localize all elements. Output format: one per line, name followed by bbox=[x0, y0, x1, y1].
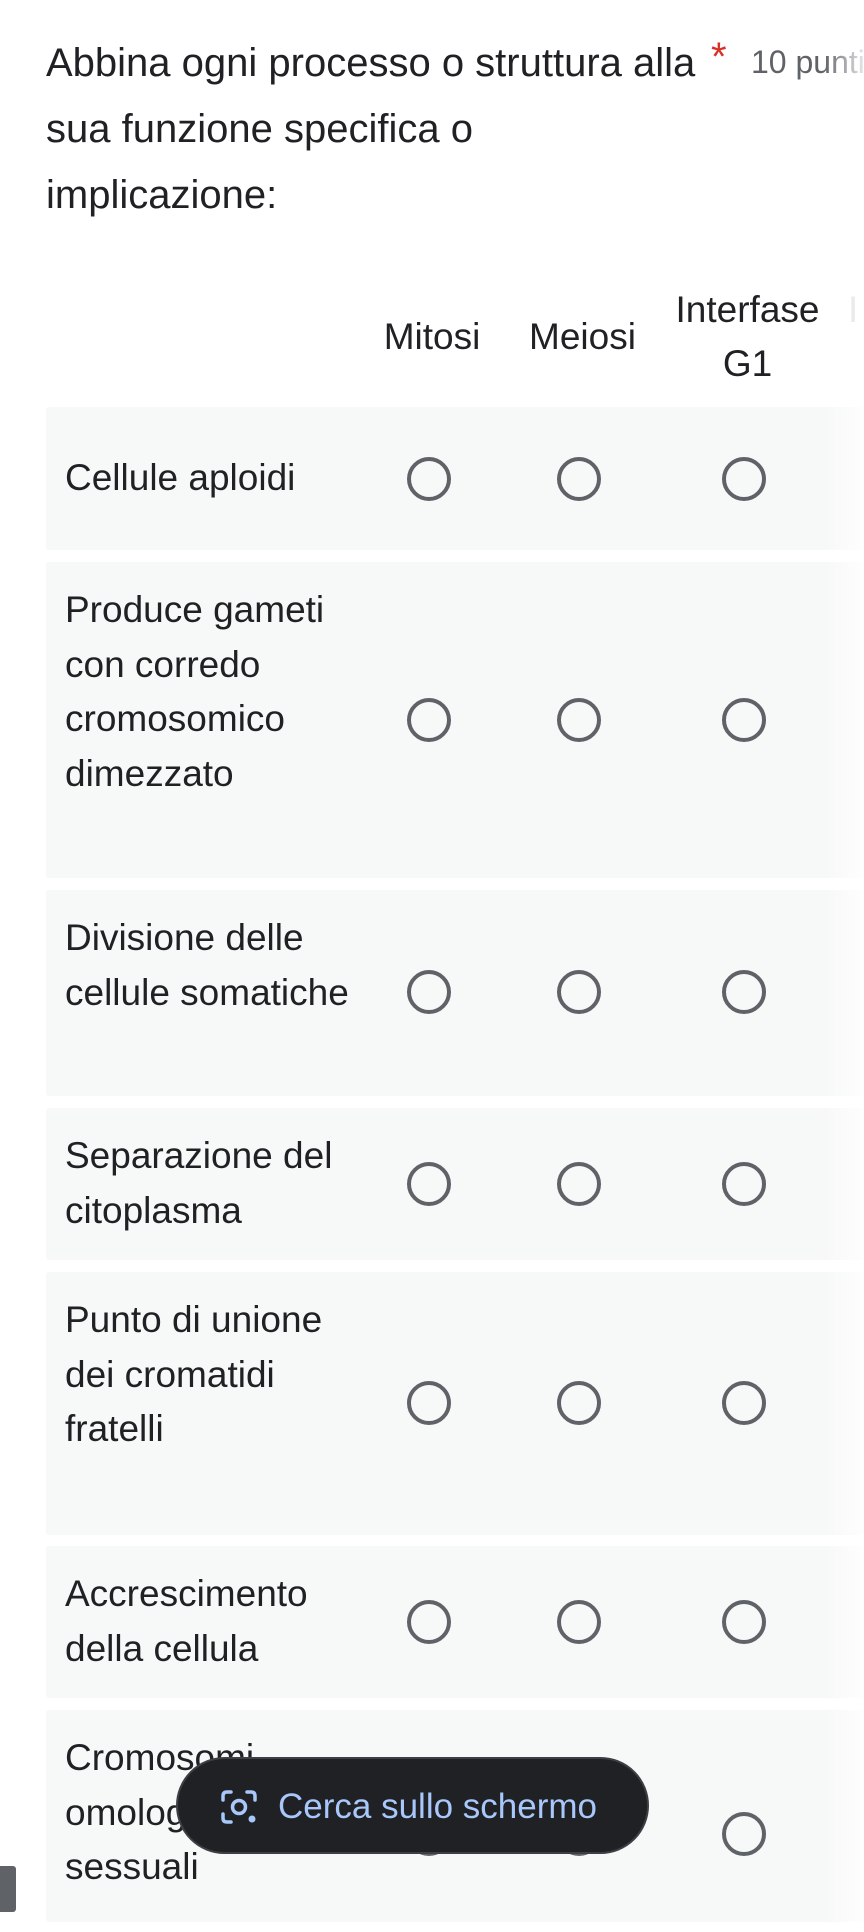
radio-meiosi[interactable] bbox=[557, 698, 601, 742]
radio-meiosi[interactable] bbox=[557, 1381, 601, 1425]
row-label: Separazione del citoplasma bbox=[65, 1135, 333, 1231]
radio-interfase-g1[interactable] bbox=[722, 698, 766, 742]
search-on-screen-label: Cerca sullo schermo bbox=[278, 1787, 597, 1826]
column-header-partial: I bbox=[848, 289, 859, 330]
row-label: Divisione delle cellule somatiche bbox=[65, 917, 349, 1013]
required-asterisk: * bbox=[711, 35, 727, 79]
grid-row: Accrescimento della cellula bbox=[46, 1546, 864, 1698]
grid-row: Divisione delle cellule somatiche bbox=[46, 890, 864, 1096]
radio-interfase-g1[interactable] bbox=[722, 1162, 766, 1206]
column-header-mitosi: Mitosi bbox=[383, 316, 481, 357]
form-page: Abbina ogni processo o struttura alla su… bbox=[0, 0, 864, 1932]
radio-meiosi[interactable] bbox=[557, 1162, 601, 1206]
radio-mitosi[interactable] bbox=[407, 1381, 451, 1425]
radio-mitosi[interactable] bbox=[407, 1162, 451, 1206]
radio-meiosi[interactable] bbox=[557, 1600, 601, 1644]
radio-meiosi[interactable] bbox=[557, 457, 601, 501]
grid-row: Separazione del citoplasma bbox=[46, 1108, 864, 1260]
edge-handle[interactable] bbox=[0, 1866, 16, 1912]
question-title: Abbina ogni processo o struttura alla su… bbox=[46, 41, 696, 217]
row-label: Punto di unione dei cromatidi fratelli bbox=[65, 1299, 323, 1449]
column-header-interfase-g1: Interfase G1 bbox=[675, 289, 820, 384]
radio-interfase-g1[interactable] bbox=[722, 1812, 766, 1856]
radio-interfase-g1[interactable] bbox=[722, 1381, 766, 1425]
radio-interfase-g1[interactable] bbox=[722, 970, 766, 1014]
radio-meiosi[interactable] bbox=[557, 970, 601, 1014]
radio-mitosi[interactable] bbox=[407, 698, 451, 742]
column-header-meiosi: Meiosi bbox=[529, 316, 636, 357]
grid-row: Punto di unione dei cromatidi fratelli bbox=[46, 1272, 864, 1535]
row-label: Produce gameti con corredo cromosomico d… bbox=[65, 589, 325, 794]
radio-mitosi[interactable] bbox=[407, 1600, 451, 1644]
radio-mitosi[interactable] bbox=[407, 457, 451, 501]
grid-row: Produce gameti con corredo cromosomico d… bbox=[46, 562, 864, 878]
search-on-screen-button[interactable]: Cerca sullo schermo bbox=[176, 1757, 649, 1854]
row-label: Accrescimento della cellula bbox=[65, 1573, 308, 1669]
radio-mitosi[interactable] bbox=[407, 970, 451, 1014]
question-points: 10 punti bbox=[751, 44, 864, 80]
screen-search-lens-icon bbox=[220, 1789, 258, 1825]
row-label: Cellule aploidi bbox=[65, 457, 296, 498]
grid-row: Cellule aploidi bbox=[46, 407, 864, 550]
radio-interfase-g1[interactable] bbox=[722, 457, 766, 501]
radio-interfase-g1[interactable] bbox=[722, 1600, 766, 1644]
